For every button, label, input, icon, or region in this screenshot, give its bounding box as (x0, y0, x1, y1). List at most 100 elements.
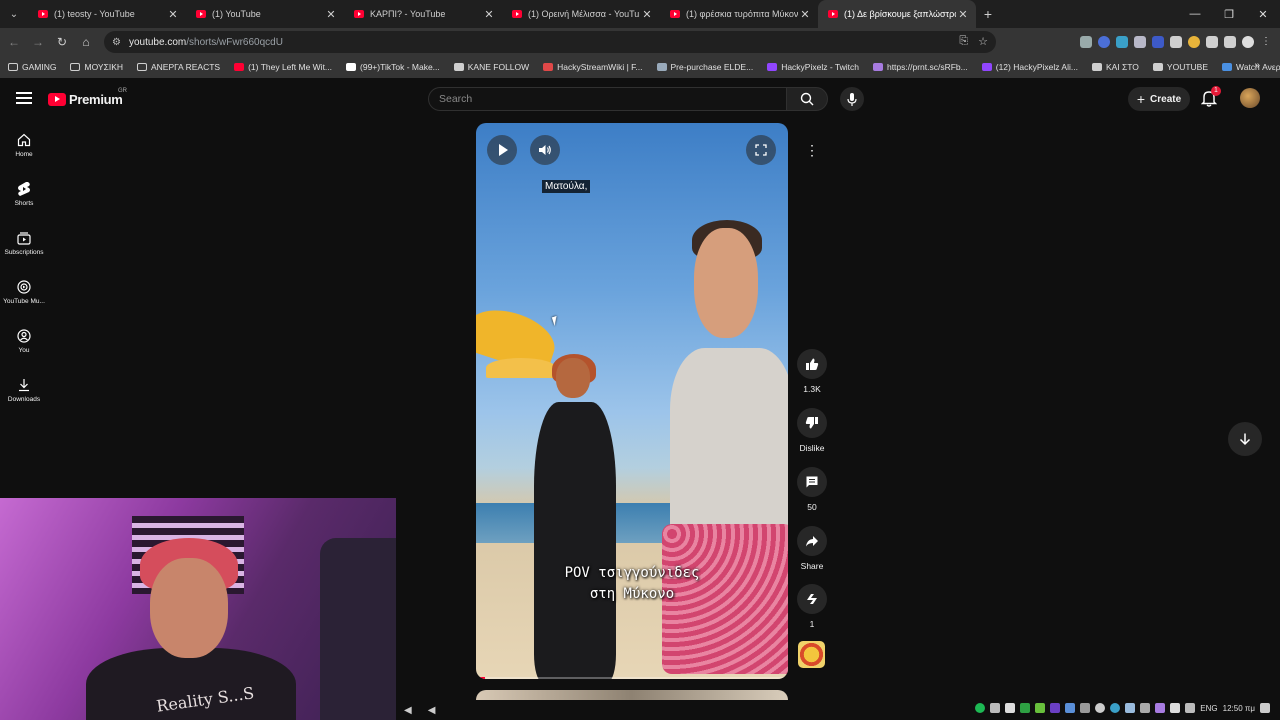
tray-app-icon[interactable] (1125, 703, 1136, 713)
shield-icon[interactable] (1134, 36, 1146, 48)
account-avatar[interactable] (1240, 88, 1260, 108)
tray-app-icon[interactable] (1065, 703, 1076, 713)
tray-app-icon[interactable] (1095, 703, 1106, 713)
site-info-icon[interactable]: ⚙ (112, 37, 121, 48)
tray-app-icon[interactable] (1005, 703, 1016, 713)
bookmark-item[interactable]: (99+)TikTok - Make... (346, 62, 440, 72)
bookmark-item[interactable]: YOUTUBE (1152, 62, 1208, 72)
create-button[interactable]: + Create (1128, 87, 1190, 111)
more-options-button[interactable]: ⋮ (796, 134, 828, 166)
remix-button[interactable]: 1 (794, 584, 830, 629)
bookmarks-bar: GAMING ΜΟΥΣΙΚΗ ΑΝΕΡΓΑ REACTS (1) They Left … (0, 56, 1280, 78)
sidebar-item-shorts[interactable]: Shorts (0, 169, 48, 218)
back-icon[interactable]: ← (2, 30, 26, 54)
sidebar-item-you[interactable]: You (0, 316, 48, 365)
extension-icon[interactable] (1116, 36, 1128, 48)
close-tab-icon[interactable]: ✕ (798, 8, 812, 21)
extension-icon[interactable] (1152, 36, 1164, 48)
sidebar-item-home[interactable]: Home (0, 120, 48, 169)
video-progress-bar[interactable] (476, 677, 788, 679)
search-button[interactable] (786, 87, 828, 111)
install-app-icon[interactable]: ⎘ (959, 35, 968, 48)
bookmark-item[interactable]: Watch Ανεργο Intro... (1222, 62, 1280, 72)
tray-app-icon[interactable] (1155, 703, 1166, 713)
microphone-tray-icon[interactable] (1170, 703, 1181, 713)
next-video-button[interactable] (1228, 422, 1262, 456)
more-bookmarks-icon[interactable]: » (1254, 60, 1260, 71)
bookmark-item[interactable]: ΜΟΥΣΙΚΗ (70, 62, 123, 72)
tray-app-icon[interactable] (1110, 703, 1121, 713)
sidebar-item-downloads[interactable]: Downloads (0, 365, 48, 414)
browser-tab[interactable]: (1) Ορεινή Μέλισσα - YouTube ✕ (502, 0, 660, 28)
bookmark-item[interactable]: GAMING (8, 62, 56, 72)
star-icon (1152, 63, 1163, 71)
share-button[interactable]: Share (794, 526, 830, 571)
sun-icon[interactable] (1188, 36, 1200, 48)
notifications-button[interactable]: 1 (1200, 86, 1221, 109)
reload-icon[interactable]: ↻ (50, 30, 74, 54)
menu-icon[interactable] (16, 92, 32, 104)
bookmark-item[interactable]: KANE FOLLOW (453, 62, 529, 72)
close-tab-icon[interactable]: ✕ (482, 8, 496, 21)
profile-icon[interactable] (1242, 36, 1254, 48)
browser-tab[interactable]: (1) teosty - YouTube ✕ (28, 0, 186, 28)
queue-icon[interactable] (1224, 36, 1236, 48)
close-tab-icon[interactable]: ✕ (956, 8, 970, 21)
speaker-icon[interactable]: ◀ (428, 705, 436, 716)
forward-icon[interactable]: → (26, 30, 50, 54)
input-language[interactable]: ENG (1200, 704, 1217, 713)
sound-thumbnail[interactable] (798, 641, 825, 668)
tab-search-button[interactable]: ⌄ (0, 0, 28, 28)
browser-tab-active[interactable]: (1) Δε βρίσκουμε ξαπλώστρα ✕ (818, 0, 976, 28)
youtube-premium-logo[interactable]: Premium GR (48, 88, 127, 107)
play-button[interactable] (487, 135, 517, 165)
bookmark-item[interactable]: HackyPixelz - Twitch (767, 62, 859, 72)
bookmark-item[interactable]: (1) They Left Me Wit... (234, 62, 332, 72)
like-button[interactable]: 1.3K (794, 349, 830, 394)
notification-center-icon[interactable] (1260, 703, 1270, 713)
tray-app-icon[interactable] (1035, 703, 1046, 713)
tray-app-icon[interactable] (1050, 703, 1061, 713)
volume-tray-icon[interactable] (1140, 703, 1151, 713)
close-tab-icon[interactable]: ✕ (324, 8, 338, 21)
bookmark-item[interactable]: HackyStreamWiki | F... (543, 62, 643, 72)
clock[interactable]: 12:50 πμ (1223, 704, 1255, 713)
speaker-icon[interactable]: ◀ (404, 705, 412, 716)
close-window-icon[interactable]: ✕ (1246, 0, 1280, 28)
comments-button[interactable]: 50 (794, 467, 830, 512)
bookmark-star-icon[interactable]: ☆ (978, 35, 988, 48)
new-tab-button[interactable]: + (976, 6, 1000, 22)
sidebar-item-youtube-music[interactable]: YouTube Mu... (0, 267, 48, 316)
search-input[interactable]: Search (428, 87, 786, 111)
browser-tab[interactable]: (1) YouTube ✕ (186, 0, 344, 28)
home-browser-icon[interactable]: ⌂ (74, 30, 98, 54)
restore-icon[interactable]: ❐ (1212, 0, 1246, 28)
address-bar[interactable]: ⚙ youtube.com/shorts/wFwr660qcdU ⎘ ☆ (104, 31, 996, 53)
bookmark-item[interactable]: ΚΑΙ ΣΤΟ (1091, 62, 1139, 72)
bookmark-item[interactable]: ΑΝΕΡΓΑ REACTS (137, 62, 220, 72)
extension-icon[interactable] (1170, 36, 1182, 48)
tray-app-icon[interactable] (1185, 703, 1196, 713)
fullscreen-button[interactable] (746, 135, 776, 165)
browser-menu-icon[interactable]: ⋮ (1260, 36, 1272, 48)
bookmark-item[interactable]: Pre-purchase ELDE... (656, 62, 753, 72)
volume-button[interactable] (530, 135, 560, 165)
tray-app-icon[interactable] (1020, 703, 1031, 713)
close-tab-icon[interactable]: ✕ (166, 8, 180, 21)
bookmark-item[interactable]: (12) HackyPixelz Ali... (981, 62, 1078, 72)
minimize-icon[interactable]: — (1178, 0, 1212, 28)
tray-app-icon[interactable] (1080, 703, 1091, 713)
sidebar-item-subscriptions[interactable]: Subscriptions (0, 218, 48, 267)
dislike-button[interactable]: Dislike (794, 408, 830, 453)
spotify-icon[interactable] (975, 703, 986, 713)
browser-tab[interactable]: (1) φρέσκια τυρόπιτα Μύκονο ✕ (660, 0, 818, 28)
bookmark-item[interactable]: https://prnt.sc/sRFb... (872, 62, 968, 72)
shorts-video-player[interactable]: Ματούλα, POV τσιγγούνιδες στη Μύκονο (476, 123, 788, 679)
close-tab-icon[interactable]: ✕ (640, 8, 654, 21)
extension-icon[interactable] (1098, 36, 1110, 48)
browser-tab[interactable]: ΚΑΡΠΙ? - YouTube ✕ (344, 0, 502, 28)
voice-search-button[interactable] (840, 87, 864, 111)
extension-icon[interactable] (1080, 36, 1092, 48)
tray-app-icon[interactable] (990, 703, 1001, 713)
puzzle-icon[interactable] (1206, 36, 1218, 48)
